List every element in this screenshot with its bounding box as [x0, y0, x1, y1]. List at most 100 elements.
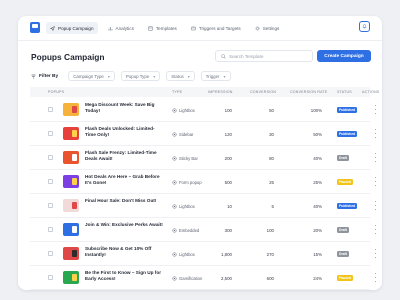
send-icon	[50, 25, 55, 31]
table-row[interactable]: Flash Deals Unlocked: Limited-Time Only!…	[30, 122, 377, 146]
filter-dropdown-status[interactable]: Status ▾	[166, 71, 195, 81]
more-actions-icon[interactable]	[374, 249, 377, 258]
popup-type: Gamification	[172, 276, 202, 281]
row-checkbox[interactable]	[48, 107, 53, 112]
table-row[interactable]: Flash Sale Frenzy: Limited-Time Deals Aw…	[30, 146, 377, 170]
popup-thumbnail	[63, 151, 79, 164]
row-checkbox[interactable]	[48, 155, 53, 160]
nav-tab-settings[interactable]: Settings	[251, 22, 284, 34]
table-row[interactable]: Hot Deals Are Here – Grab Before It's Go…	[30, 170, 377, 194]
status-badge: Draft	[337, 251, 349, 257]
table-row[interactable]: Mega Discount Week: Save Big Today! Light…	[30, 98, 377, 122]
filter-dropdown-trigger[interactable]: Trigger ▾	[200, 71, 231, 81]
column-header-popups: POPUPS	[48, 90, 65, 94]
filter-dropdown-campaign-type[interactable]: Campaign Type ▾	[68, 71, 115, 81]
conversion-value: 80	[269, 156, 274, 161]
row-checkbox[interactable]	[48, 131, 53, 136]
table-row[interactable]: Final Hour Sale: Don't Miss Out! Lightbox…	[30, 194, 377, 218]
conversion-rate-value: 15%	[313, 252, 322, 257]
column-header-impression[interactable]: IMPRESSION	[208, 87, 233, 97]
column-header-type: TYPE	[172, 90, 183, 94]
conversion-value: 600	[266, 276, 274, 281]
more-actions-icon[interactable]	[374, 273, 377, 282]
search-placeholder: Search Template	[229, 53, 264, 59]
popup-thumbnail	[63, 271, 79, 284]
popup-type-label: Lightbox	[179, 108, 195, 113]
row-checkbox[interactable]	[48, 227, 53, 232]
status-badge: Published	[337, 107, 358, 113]
table-row[interactable]: Join & Win: Exclusive Perks Await! Embedd…	[30, 218, 377, 242]
impression-value: 1,800	[221, 252, 232, 257]
popup-type-icon	[172, 276, 177, 281]
chevron-down-icon: ▾	[153, 73, 156, 79]
page-title: Popups Campaign	[31, 52, 105, 62]
filter-label: Filter By	[31, 74, 58, 79]
nav-tab-label: Popup Campaign	[58, 25, 94, 31]
popup-name[interactable]: Join & Win: Exclusive Perks Await!	[85, 222, 165, 228]
popup-name[interactable]: Flash Deals Unlocked: Limited-Time Only!	[85, 126, 165, 138]
status-badge: Draft	[337, 227, 349, 233]
popup-name[interactable]: Subscribe Now & Get 10% Off Instantly!	[85, 246, 165, 258]
row-checkbox[interactable]	[48, 179, 53, 184]
impression-value: 10	[227, 204, 232, 209]
column-header-conversion[interactable]: CONVERSION	[250, 87, 276, 97]
table-row[interactable]: Be the First to Know – Sign Up for Early…	[30, 266, 377, 290]
table-header: POPUPS TYPE IMPRESSION CONVERSION CONVERSION…	[30, 87, 379, 97]
nav-divider	[18, 40, 382, 41]
app-window: Popup Campaign Analytics Templates Triggers…	[18, 16, 382, 290]
popup-type: Sidebar	[172, 132, 193, 137]
popup-name[interactable]: Hot Deals Are Here – Grab Before It's Go…	[85, 174, 165, 186]
filter-dropdown-label: Campaign Type	[73, 73, 104, 79]
row-checkbox[interactable]	[48, 203, 53, 208]
conversion-value: 5	[271, 204, 274, 209]
search-input[interactable]: Search Template	[215, 50, 313, 62]
chart-icon	[108, 26, 112, 30]
impression-value: 120	[224, 132, 232, 137]
filter-dropdown-label: Status	[171, 73, 184, 79]
popup-type: Sticky Bar	[172, 156, 198, 161]
app-logo[interactable]	[30, 22, 40, 33]
popup-type: Form popup	[172, 180, 202, 185]
nav-tab-triggers-and-targets[interactable]: Triggers and Targets	[187, 22, 245, 34]
popup-name[interactable]: Final Hour Sale: Don't Miss Out!	[85, 198, 165, 204]
more-actions-icon[interactable]	[374, 201, 377, 210]
nav-tab-popup-campaign[interactable]: Popup Campaign	[46, 22, 98, 34]
nav-tab-label: Templates	[155, 25, 177, 31]
row-checkbox[interactable]	[48, 275, 53, 280]
impression-value: 100	[224, 108, 232, 113]
popup-type-icon	[172, 108, 177, 113]
popup-name[interactable]: Flash Sale Frenzy: Limited-Time Deals Aw…	[85, 150, 165, 162]
row-checkbox[interactable]	[48, 251, 53, 256]
more-actions-icon[interactable]	[374, 225, 377, 234]
nav-tab-analytics[interactable]: Analytics	[104, 22, 138, 34]
popup-thumbnail	[63, 247, 79, 260]
conversion-rate-value: 25%	[313, 180, 322, 185]
target-icon	[191, 26, 196, 30]
create-campaign-button[interactable]: Create Campaign	[317, 50, 371, 62]
impression-value: 300	[224, 228, 232, 233]
popup-name[interactable]: Mega Discount Week: Save Big Today!	[85, 102, 165, 114]
popup-type-icon	[172, 180, 177, 185]
more-actions-icon[interactable]	[374, 177, 377, 186]
table-row[interactable]: Subscribe Now & Get 10% Off Instantly! Li…	[30, 242, 377, 266]
column-header-conversion-rate[interactable]: CONVERSION RATE	[290, 87, 327, 97]
nav-tabs: Popup Campaign Analytics Templates Triggers…	[46, 22, 283, 34]
more-actions-icon[interactable]	[374, 129, 377, 138]
popup-type-label: Embedded	[179, 228, 200, 233]
impression-value: 200	[224, 156, 232, 161]
popup-type-label: Sticky Bar	[179, 156, 198, 161]
conversion-rate-value: 24%	[313, 276, 322, 281]
notification-button[interactable]	[359, 21, 370, 32]
nav-tab-templates[interactable]: Templates	[144, 22, 181, 34]
popup-thumbnail	[63, 103, 79, 116]
status-badge: Published	[337, 131, 358, 137]
more-actions-icon[interactable]	[374, 153, 377, 162]
status-badge: Paused	[337, 275, 354, 281]
filter-dropdown-popup-type[interactable]: Popup Type ▾	[120, 71, 161, 81]
more-actions-icon[interactable]	[374, 105, 377, 114]
chevron-down-icon: ▾	[223, 73, 226, 79]
popup-type-icon	[172, 252, 177, 257]
popup-type-label: Lightbox	[179, 252, 195, 257]
popup-name[interactable]: Be the First to Know – Sign Up for Early…	[85, 270, 165, 282]
bell-icon	[362, 24, 367, 29]
